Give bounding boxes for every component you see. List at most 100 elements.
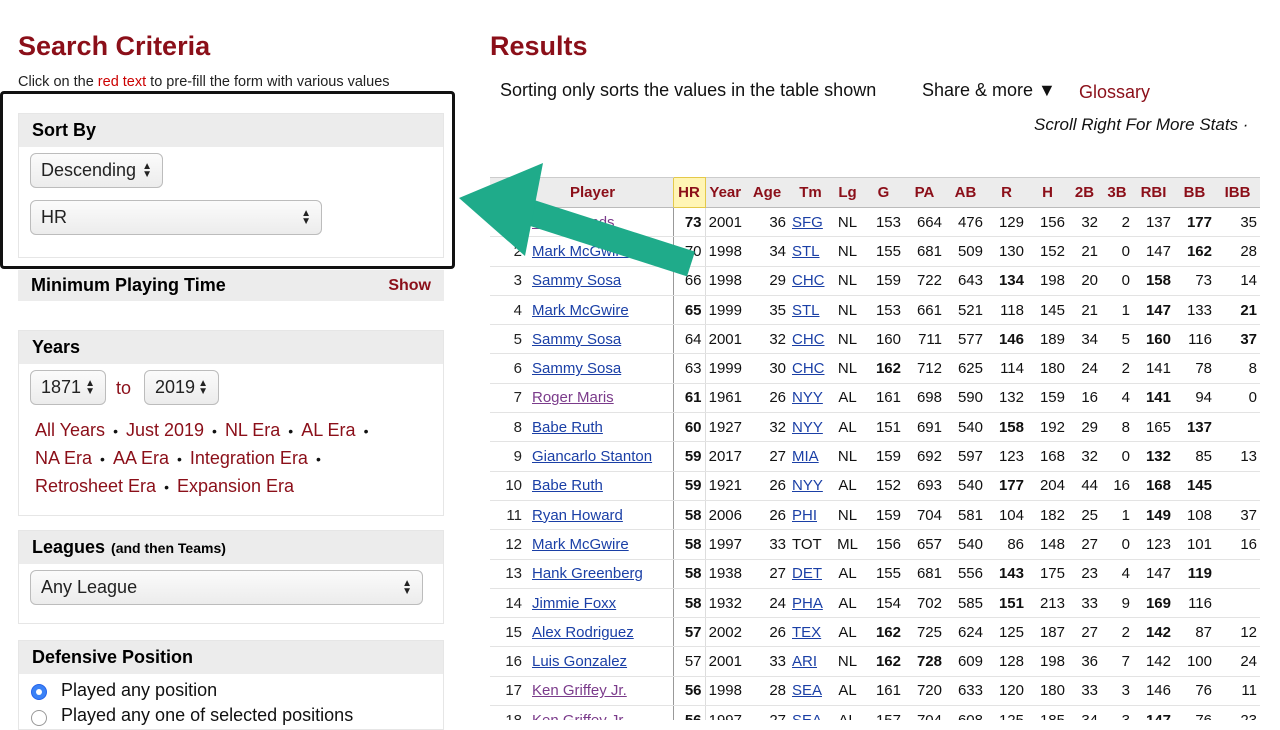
table-row: 5 Sammy Sosa 64 2001 32 CHC NL 160 711 577 146 189 3… xyxy=(490,324,1260,355)
quick-link-al-era[interactable]: AL Era xyxy=(301,420,355,440)
quick-link-integration-era[interactable]: Integration Era xyxy=(190,448,308,468)
team-link[interactable]: SEA xyxy=(792,682,822,699)
team-link[interactable]: NYY xyxy=(792,419,823,436)
cell-team: SFG xyxy=(789,207,832,238)
player-link[interactable]: Jimmie Foxx xyxy=(532,595,616,612)
column-header-hr[interactable]: HR xyxy=(672,177,706,208)
cell-league: AL xyxy=(832,412,863,443)
sort-stat-select[interactable]: HR ▲ ▼ xyxy=(30,200,322,235)
column-header-ab[interactable]: AB xyxy=(945,177,986,208)
cell-games: 151 xyxy=(863,412,904,443)
cell-bb: 116 xyxy=(1174,588,1215,619)
player-link[interactable]: Barry Bonds xyxy=(532,214,615,231)
team-link[interactable]: ARI xyxy=(792,653,817,670)
player-link[interactable]: Sammy Sosa xyxy=(532,272,621,289)
cell-player: Ken Griffey Jr. xyxy=(528,705,674,720)
column-header-team[interactable]: Tm xyxy=(789,177,832,208)
cell-doubles: 32 xyxy=(1068,441,1101,472)
cell-pa: 691 xyxy=(904,412,945,443)
team-link[interactable]: TEX xyxy=(792,624,821,641)
column-header-hits[interactable]: H xyxy=(1027,177,1068,208)
column-header-bb[interactable]: BB xyxy=(1174,177,1215,208)
team-link[interactable]: NYY xyxy=(792,477,823,494)
team-link[interactable]: STL xyxy=(792,243,820,260)
player-link[interactable]: Babe Ruth xyxy=(532,477,603,494)
radio-any-position[interactable] xyxy=(31,684,47,700)
player-link[interactable]: Mark McGwire xyxy=(532,243,629,260)
cell-hr: 56 xyxy=(672,676,706,707)
year-to-select[interactable]: 2019 ▲ ▼ xyxy=(144,370,219,405)
player-link[interactable]: Roger Maris xyxy=(532,389,614,406)
column-header-doubles[interactable]: 2B xyxy=(1068,177,1101,208)
player-link[interactable]: Babe Ruth xyxy=(532,419,603,436)
player-link[interactable]: Mark McGwire xyxy=(532,302,629,319)
cell-games: 159 xyxy=(863,266,904,296)
cell-pa: 725 xyxy=(904,617,945,648)
cell-ab: 609 xyxy=(945,646,986,677)
quick-link-expansion-era[interactable]: Expansion Era xyxy=(177,476,294,496)
column-header-triples[interactable]: 3B xyxy=(1101,177,1133,208)
player-link[interactable]: Luis Gonzalez xyxy=(532,653,627,670)
team-link[interactable]: PHA xyxy=(792,595,823,612)
cell-league: AL xyxy=(832,471,863,501)
table-row: 18Ken Griffey Jr.56199727SEAAL1577046081… xyxy=(490,705,1260,720)
sort-order-select[interactable]: Descending ▲ ▼ xyxy=(30,153,163,188)
team-link[interactable]: CHC xyxy=(792,331,825,348)
year-from-select[interactable]: 1871 ▲ ▼ xyxy=(30,370,106,405)
team-link[interactable]: DET xyxy=(792,565,822,582)
player-link[interactable]: Hank Greenberg xyxy=(532,565,643,582)
cell-ab: 633 xyxy=(945,676,986,707)
share-more-menu[interactable]: Share & more ▼ xyxy=(922,80,1056,101)
league-select[interactable]: Any League ▲ ▼ xyxy=(30,570,423,605)
cell-rank: 10 xyxy=(490,471,528,501)
cell-age: 30 xyxy=(745,353,789,384)
cell-rank: 2 xyxy=(490,236,528,267)
team-link[interactable]: MIA xyxy=(792,448,819,465)
cell-rank: 13 xyxy=(490,559,528,589)
cell-ab: 476 xyxy=(945,207,986,238)
team-link[interactable]: CHC xyxy=(792,360,825,377)
quick-link-aa-era[interactable]: AA Era xyxy=(113,448,169,468)
team-link[interactable]: SFG xyxy=(792,214,823,231)
column-header-age[interactable]: Age xyxy=(745,177,789,208)
cell-runs: 146 xyxy=(986,324,1027,355)
quick-link-nl-era[interactable]: NL Era xyxy=(225,420,280,440)
player-link[interactable]: Ryan Howard xyxy=(532,507,623,524)
quick-link-na-era[interactable]: NA Era xyxy=(35,448,92,468)
player-link[interactable]: Sammy Sosa xyxy=(532,331,621,348)
column-header-pa[interactable]: PA xyxy=(904,177,945,208)
cell-year: 2001 xyxy=(705,646,745,677)
updown-arrows-icon: ▲ ▼ xyxy=(142,160,152,180)
cell-doubles: 21 xyxy=(1068,236,1101,267)
column-header-player[interactable]: Player xyxy=(528,177,673,208)
team-link[interactable]: STL xyxy=(792,302,820,319)
column-header-rbi[interactable]: RBI xyxy=(1133,177,1174,208)
years-header: Years xyxy=(19,331,443,364)
search-hint: Click on the red text to pre-fill the fo… xyxy=(18,74,390,90)
column-header-league[interactable]: Lg xyxy=(832,177,863,208)
player-link[interactable]: Sammy Sosa xyxy=(532,360,621,377)
team-link[interactable]: NYY xyxy=(792,389,823,406)
quick-link-all-years[interactable]: All Years xyxy=(35,420,105,440)
glossary-link[interactable]: Glossary xyxy=(1079,82,1150,103)
column-header-games[interactable]: G xyxy=(863,177,904,208)
player-link[interactable]: Mark McGwire xyxy=(532,536,629,553)
player-link[interactable]: Ken Griffey Jr. xyxy=(532,712,627,720)
sort-note: Sorting only sorts the values in the tab… xyxy=(500,80,877,100)
player-link[interactable]: Giancarlo Stanton xyxy=(532,448,652,465)
radio-selected-positions[interactable] xyxy=(31,710,47,726)
column-header-runs[interactable]: R xyxy=(986,177,1027,208)
quick-link-just-2019[interactable]: Just 2019 xyxy=(126,420,204,440)
team-link[interactable]: PHI xyxy=(792,507,817,524)
column-header-ibb[interactable]: IBB xyxy=(1215,177,1260,208)
player-link[interactable]: Alex Rodriguez xyxy=(532,624,634,641)
team-link[interactable]: CHC xyxy=(792,272,825,289)
team-link[interactable]: SEA xyxy=(792,712,822,720)
min-playing-time-show-link[interactable]: Show xyxy=(388,277,431,295)
cell-runs: 114 xyxy=(986,353,1027,384)
cell-ab: 577 xyxy=(945,324,986,355)
results-table-container[interactable]: Player HR Year Age Tm Lg G PA AB R H 2B 3B RBI BB IBB 1… xyxy=(490,177,1280,720)
player-link[interactable]: Ken Griffey Jr. xyxy=(532,682,627,699)
column-header-year[interactable]: Year xyxy=(705,177,745,208)
quick-link-retrosheet-era[interactable]: Retrosheet Era xyxy=(35,476,156,496)
